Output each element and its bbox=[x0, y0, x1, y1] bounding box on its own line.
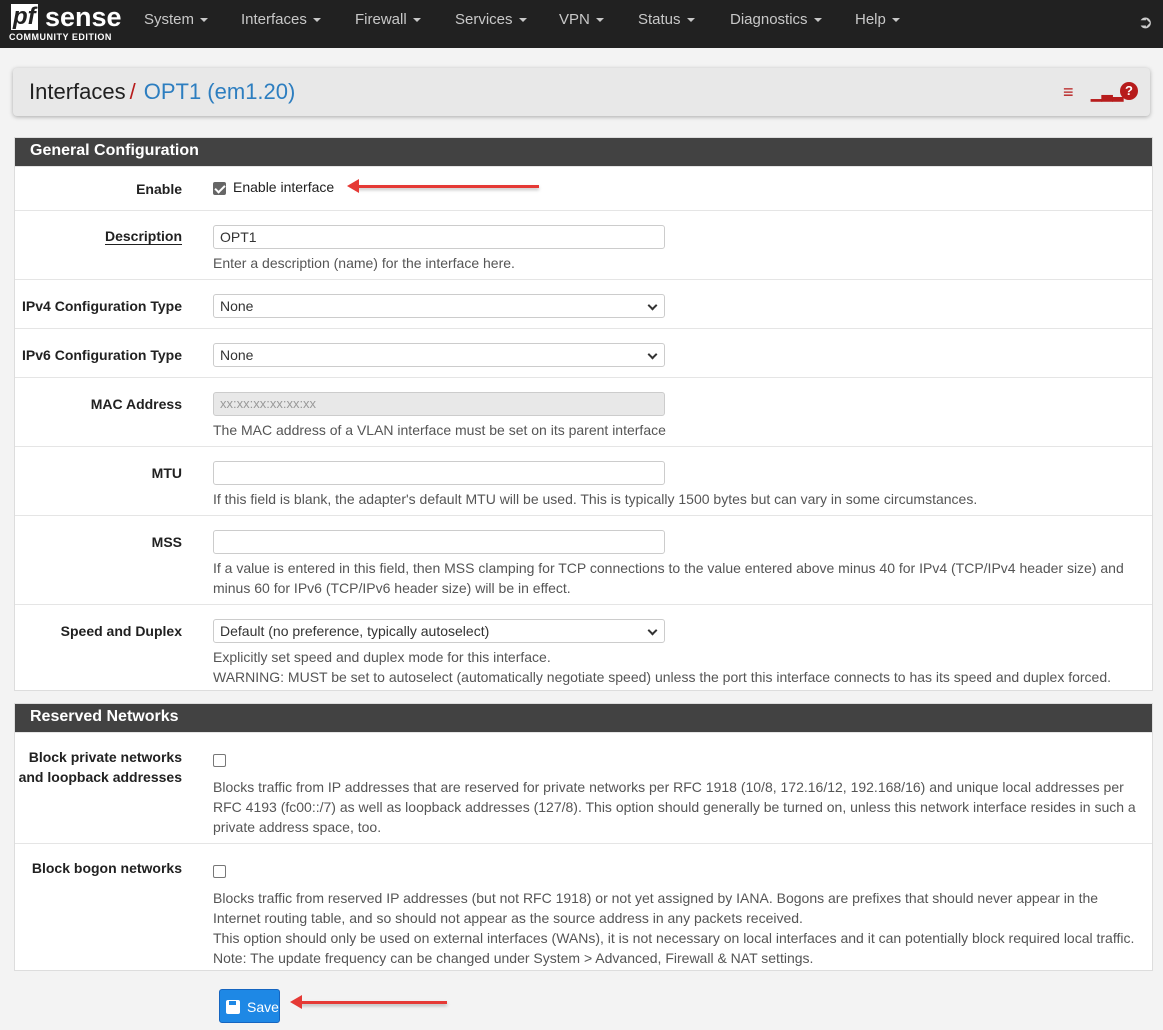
menu-help[interactable]: Help bbox=[855, 0, 900, 48]
description-input[interactable]: OPT1 bbox=[213, 225, 665, 249]
breadcrumb-separator: / bbox=[129, 79, 136, 104]
logo-subtitle: COMMUNITY EDITION bbox=[9, 32, 112, 42]
mss-help: If a value is entered in this field, the… bbox=[213, 560, 1124, 596]
block-private-help: Blocks traffic from IP addresses that ar… bbox=[213, 779, 1136, 835]
block-bogon-checkbox[interactable] bbox=[213, 864, 226, 878]
annotation-arrow bbox=[290, 995, 447, 1009]
mss-row: MSS If a value is entered in this field,… bbox=[15, 515, 1152, 604]
sliders-icon[interactable]: ≡ bbox=[1063, 82, 1074, 103]
mtu-help: If this field is blank, the adapter's de… bbox=[213, 491, 978, 507]
breadcrumb-parent[interactable]: Interfaces bbox=[29, 79, 126, 104]
speed-warning: WARNING: MUST be set to autoselect (auto… bbox=[213, 669, 1112, 685]
enable-checkbox-label[interactable]: Enable interface bbox=[233, 179, 334, 195]
mac-help: The MAC address of a VLAN interface must… bbox=[213, 422, 666, 438]
block-bogon-row: Block bogon networks Blocks traffic from… bbox=[15, 843, 1152, 971]
block-private-label: Block private networks and loopback addre… bbox=[19, 747, 182, 787]
block-private-checkbox[interactable] bbox=[213, 753, 226, 767]
enable-row: Enable Enable interface bbox=[15, 166, 1152, 210]
menu-firewall[interactable]: Firewall bbox=[355, 0, 421, 48]
mac-row: MAC Address xx:xx:xx:xx:xx:xx The MAC add… bbox=[15, 377, 1152, 446]
ipv4-type-select[interactable]: None bbox=[213, 294, 665, 318]
enable-label: Enable bbox=[136, 181, 182, 197]
menu-status[interactable]: Status bbox=[638, 0, 695, 48]
block-bogon-help-wan: This option should only be used on exter… bbox=[213, 930, 1135, 946]
logout-icon[interactable]: ➲ bbox=[1138, 12, 1153, 33]
block-private-row: Block private networks and loopback addre… bbox=[15, 732, 1152, 843]
menu-system[interactable]: System bbox=[144, 0, 208, 48]
ipv4-label: IPv4 Configuration Type bbox=[22, 298, 182, 314]
ipv6-type-select[interactable]: None bbox=[213, 343, 665, 367]
speed-duplex-select[interactable]: Default (no preference, typically autose… bbox=[213, 619, 665, 643]
label-line: Block private networks bbox=[28, 749, 182, 765]
description-row: Description OPT1 Enter a description (nam… bbox=[15, 210, 1152, 279]
logo-sense: sense bbox=[45, 2, 122, 32]
description-label: Description bbox=[104, 228, 182, 245]
logo-pf: pf bbox=[11, 3, 38, 30]
mss-input[interactable] bbox=[213, 530, 665, 554]
breadcrumb: Interfaces / OPT1 (em1.20) ≡ ▁▃▂ ? bbox=[13, 68, 1150, 116]
floppy-disk-icon bbox=[226, 1000, 240, 1014]
mtu-row: MTU If this field is blank, the adapter'… bbox=[15, 446, 1152, 515]
top-navbar: pf sense COMMUNITY EDITION System Interf… bbox=[0, 0, 1163, 48]
save-label: Save bbox=[247, 999, 279, 1015]
help-icon[interactable]: ? bbox=[1120, 82, 1138, 100]
pfsense-logo[interactable]: pf sense COMMUNITY EDITION bbox=[9, 2, 122, 44]
panel-heading: General Configuration bbox=[15, 138, 1152, 166]
block-bogon-label: Block bogon networks bbox=[31, 860, 182, 876]
breadcrumb-current[interactable]: OPT1 (em1.20) bbox=[144, 79, 296, 104]
enable-checkbox[interactable] bbox=[213, 181, 226, 195]
mtu-label: MTU bbox=[151, 465, 182, 481]
save-button[interactable]: Save bbox=[219, 989, 280, 1023]
mtu-input[interactable] bbox=[213, 461, 665, 485]
ipv4-row: IPv4 Configuration Type None bbox=[15, 279, 1152, 328]
menu-services[interactable]: Services bbox=[455, 0, 527, 48]
annotation-arrow bbox=[347, 179, 539, 193]
block-bogon-help-note: Note: The update frequency can be change… bbox=[213, 950, 814, 966]
mss-label: MSS bbox=[151, 534, 182, 550]
mac-label: MAC Address bbox=[90, 396, 182, 412]
ipv6-row: IPv6 Configuration Type None bbox=[15, 328, 1152, 377]
menu-vpn[interactable]: VPN bbox=[559, 0, 604, 48]
general-configuration-panel: General Configuration Enable Enable inte… bbox=[14, 137, 1153, 691]
menu-diagnostics[interactable]: Diagnostics bbox=[730, 0, 822, 48]
bar-chart-icon[interactable]: ▁▃▂ bbox=[1091, 85, 1123, 102]
speed-label: Speed and Duplex bbox=[60, 623, 182, 639]
block-bogon-help: Blocks traffic from reserved IP addresse… bbox=[213, 890, 1099, 926]
panel-heading: Reserved Networks bbox=[15, 704, 1152, 732]
mac-address-input[interactable]: xx:xx:xx:xx:xx:xx bbox=[213, 392, 665, 416]
ipv6-label: IPv6 Configuration Type bbox=[22, 347, 182, 363]
menu-interfaces[interactable]: Interfaces bbox=[241, 0, 321, 48]
description-help: Enter a description (name) for the inter… bbox=[213, 255, 515, 271]
reserved-networks-panel: Reserved Networks Block private networks… bbox=[14, 703, 1153, 971]
label-line: and loopback addresses bbox=[18, 769, 182, 785]
speed-row: Speed and Duplex Default (no preference,… bbox=[15, 604, 1152, 692]
speed-help: Explicitly set speed and duplex mode for… bbox=[213, 649, 551, 665]
